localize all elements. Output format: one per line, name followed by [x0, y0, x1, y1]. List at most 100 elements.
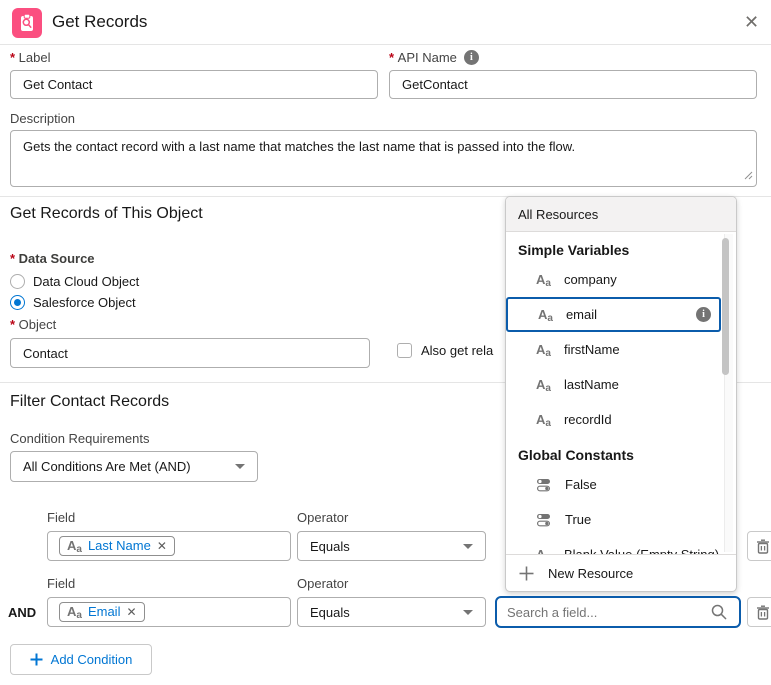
- add-condition-label: Add Condition: [50, 652, 133, 667]
- field-pill[interactable]: Aa Email ✕: [59, 602, 145, 622]
- checkbox-icon[interactable]: [397, 343, 412, 358]
- text-type-icon: Aa: [536, 342, 551, 359]
- also-get-related-checkbox-row[interactable]: Also get rela: [397, 343, 493, 358]
- resource-item-label: lastName: [563, 377, 619, 392]
- get-records-element-icon: [12, 8, 42, 38]
- group-title-simple-variables: Simple Variables: [518, 242, 630, 258]
- toggle-type-icon: [537, 478, 551, 491]
- field-label: Field: [47, 510, 76, 525]
- object-input-value: Contact: [23, 345, 68, 361]
- radio-label: Data Cloud Object: [33, 274, 140, 289]
- resource-item-company[interactable]: Aa company: [506, 262, 736, 297]
- checkbox-label: Also get rela: [421, 343, 494, 358]
- toggle-type-icon: [537, 513, 551, 526]
- trash-icon: [757, 605, 769, 620]
- delete-condition-button-2[interactable]: [747, 597, 771, 627]
- operator-select-2[interactable]: Equals: [297, 597, 486, 627]
- text-type-icon: Aa: [67, 538, 82, 555]
- new-resource-label: New Resource: [548, 566, 634, 581]
- resource-item-label: company: [563, 272, 617, 287]
- group-title-global-constants: Global Constants: [518, 447, 634, 463]
- value-search-input[interactable]: [495, 596, 741, 628]
- text-type-icon: Aa: [536, 377, 551, 394]
- condition-requirements-select[interactable]: All Conditions Are Met (AND): [10, 451, 258, 482]
- pill-label: Email: [87, 604, 121, 619]
- resource-item-email[interactable]: Aa email i: [506, 297, 721, 332]
- description-label: Description: [10, 111, 76, 126]
- operator-value: Equals: [310, 538, 350, 554]
- remove-pill-icon[interactable]: ✕: [126, 605, 136, 619]
- delete-condition-button-1[interactable]: [747, 531, 771, 561]
- close-icon[interactable]: ✕: [744, 10, 759, 34]
- description-textarea[interactable]: Gets the contact record with a last name…: [10, 130, 757, 187]
- get-records-dialog: Get Records ✕ Label Get Contact API Name…: [0, 0, 771, 685]
- radio-data-cloud-object[interactable]: Data Cloud Object: [10, 274, 139, 289]
- field-pill[interactable]: Aa Last Name ✕: [59, 536, 175, 556]
- resize-handle-icon[interactable]: [744, 168, 753, 183]
- radio-icon[interactable]: [10, 274, 25, 289]
- chevron-down-icon: [463, 609, 473, 615]
- resource-item-label: True: [565, 512, 592, 527]
- object-input[interactable]: Contact: [10, 338, 370, 368]
- resource-item-label: False: [565, 477, 597, 492]
- resource-item-label: firstName: [563, 342, 620, 357]
- api-name-input-value: GetContact: [402, 77, 468, 92]
- info-icon[interactable]: i: [463, 50, 479, 65]
- resource-item-true[interactable]: True: [506, 502, 736, 537]
- api-name-input[interactable]: GetContact: [389, 70, 757, 99]
- resource-item-lastname[interactable]: Aa lastName: [506, 367, 736, 402]
- operator-label: Operator: [297, 576, 349, 591]
- api-name-label: API Name: [389, 50, 457, 65]
- all-resources-label: All Resources: [518, 206, 599, 222]
- field-label: Field: [47, 576, 76, 591]
- resource-picker-panel: All Resources Simple Variables Aa compan…: [505, 196, 737, 592]
- object-section-title: Get Records of This Object: [10, 205, 203, 222]
- resource-item-recordid[interactable]: Aa recordId: [506, 402, 736, 437]
- resource-item-label: Blank Value (Empty String): [564, 547, 719, 554]
- condition-requirements-value: All Conditions Are Met (AND): [23, 459, 191, 474]
- resource-list: Simple Variables Aa company Aa email i A…: [506, 232, 736, 554]
- info-icon[interactable]: i: [696, 307, 711, 322]
- dialog-title: Get Records: [52, 12, 148, 31]
- data-source-label: Data Source: [10, 251, 95, 266]
- object-label: Object: [10, 317, 57, 332]
- field-input-1[interactable]: Aa Last Name ✕: [47, 531, 291, 561]
- scrollbar-track[interactable]: [722, 234, 733, 552]
- label-field-label: Label: [10, 50, 51, 65]
- trash-icon: [757, 539, 769, 554]
- resource-item-label: email: [565, 307, 598, 322]
- text-type-icon: Aa: [536, 412, 551, 429]
- text-type-icon: Aa: [67, 604, 82, 621]
- resource-item-label: recordId: [563, 412, 612, 427]
- operator-select-1[interactable]: Equals: [297, 531, 486, 561]
- remove-pill-icon[interactable]: ✕: [157, 539, 167, 553]
- description-value: Gets the contact record with a last name…: [23, 139, 576, 154]
- filter-section-title: Filter Contact Records: [10, 393, 170, 410]
- resource-item-firstname[interactable]: Aa firstName: [506, 332, 736, 367]
- operator-label: Operator: [297, 510, 349, 525]
- add-condition-button[interactable]: Add Condition: [10, 644, 152, 675]
- plus-icon: [30, 653, 43, 666]
- pill-label: Last Name: [87, 538, 151, 553]
- scrollbar-thumb[interactable]: [722, 238, 729, 375]
- radio-salesforce-object[interactable]: Salesforce Object: [10, 295, 136, 310]
- text-type-icon: Aa: [538, 307, 553, 324]
- search-input[interactable]: [497, 604, 711, 620]
- label-input[interactable]: Get Contact: [10, 70, 378, 99]
- search-icon: [711, 604, 727, 620]
- operator-value: Equals: [310, 604, 350, 620]
- resource-picker-header[interactable]: All Resources: [506, 197, 736, 232]
- text-type-icon: Aa: [536, 272, 551, 289]
- resource-item-false[interactable]: False: [506, 467, 736, 502]
- plus-icon: [519, 566, 534, 581]
- new-resource-button[interactable]: New Resource: [506, 555, 736, 592]
- chevron-down-icon: [463, 543, 473, 549]
- condition-requirements-label: Condition Requirements: [10, 431, 150, 446]
- resource-item-blank-value[interactable]: Aa Blank Value (Empty String): [506, 537, 736, 554]
- label-input-value: Get Contact: [23, 77, 93, 92]
- radio-label: Salesforce Object: [33, 295, 136, 310]
- text-type-icon: Aa: [536, 547, 551, 554]
- field-input-2[interactable]: Aa Email ✕: [47, 597, 291, 627]
- chevron-down-icon: [235, 464, 245, 469]
- radio-selected-icon[interactable]: [10, 295, 25, 310]
